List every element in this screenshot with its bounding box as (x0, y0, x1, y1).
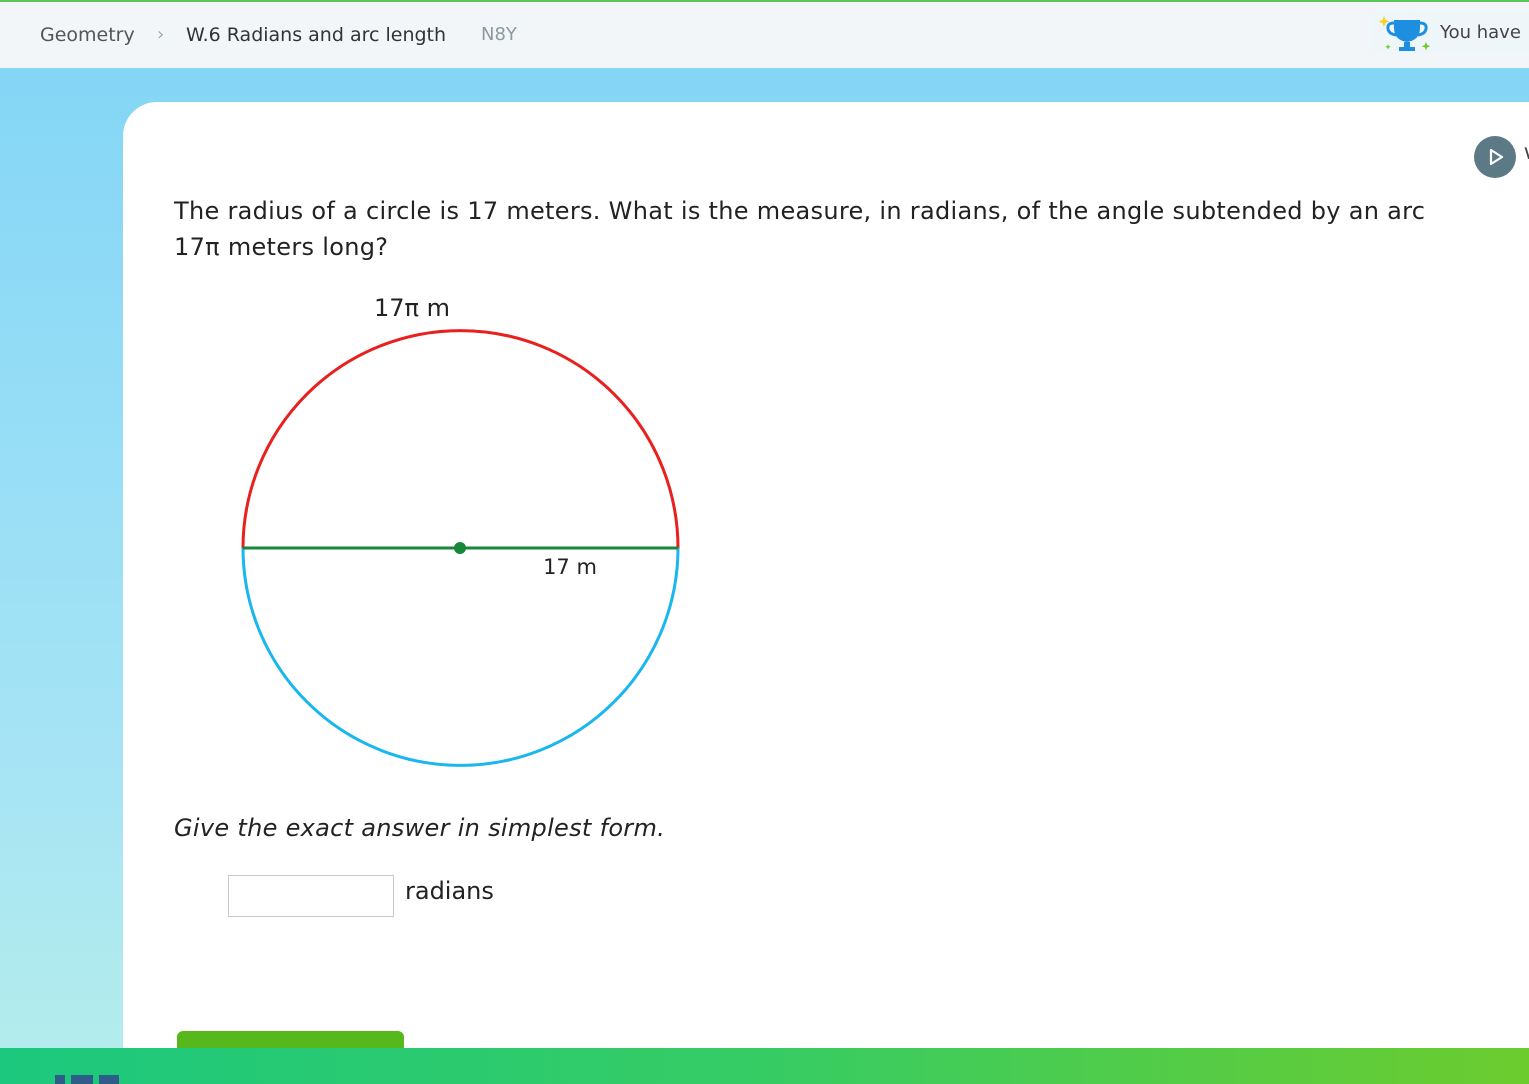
play-audio-button[interactable] (1474, 136, 1516, 178)
trophy-icon (1378, 16, 1431, 51)
instruction-text: Give the exact answer in simplest form. (174, 814, 666, 842)
radius-label: 17 m (543, 555, 597, 579)
lower-arc (241, 547, 680, 767)
breadcrumb-subject[interactable]: Geometry (40, 24, 135, 46)
bottom-bar (0, 1048, 1529, 1084)
upper-arc (241, 329, 680, 549)
arc-length-label: 17π m (374, 294, 450, 322)
award-badge[interactable]: You have (1372, 10, 1529, 54)
play-icon (1489, 148, 1504, 166)
answer-input[interactable] (228, 875, 394, 917)
skill-code: N8Y (481, 24, 517, 45)
chevron-icon[interactable]: ∨ (1522, 140, 1529, 164)
breadcrumb-skill: W.6 Radians and arc length (186, 24, 447, 46)
unit-label: radians (405, 877, 494, 905)
award-text: You have (1440, 22, 1521, 43)
question-text: The radius of a circle is 17 meters. Wha… (174, 197, 1426, 261)
ixl-logo-icon (55, 1075, 119, 1084)
center-point (454, 542, 466, 554)
circle-diagram: 17π m 17 m (241, 294, 680, 767)
top-bar: Geometry › W.6 Radians and arc length N8… (0, 0, 1529, 68)
breadcrumb-chevron-icon: › (157, 24, 165, 45)
